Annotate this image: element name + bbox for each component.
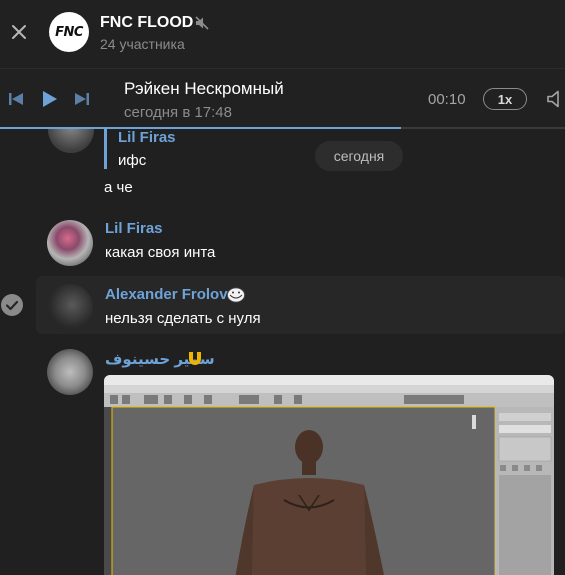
next-icon[interactable]: [74, 92, 90, 106]
chat-avatar[interactable]: FNC: [49, 12, 89, 52]
troll-face-emoji: [227, 287, 245, 303]
message-sender[interactable]: Alexander Frolov: [105, 286, 228, 303]
chat-avatar-logo: FNC: [55, 24, 83, 40]
member-count: 24 участника: [100, 36, 185, 52]
avatar[interactable]: [47, 284, 93, 330]
reply-quote-bar: [104, 129, 107, 169]
play-icon[interactable]: [42, 90, 58, 108]
avatar[interactable]: [47, 349, 93, 395]
chat-title[interactable]: FNC FLOOD: [100, 14, 193, 32]
message-text: какая своя инта: [105, 244, 216, 261]
audio-player: Рэйкен Нескромный сегодня в 17:48 00:10 …: [0, 69, 565, 129]
volume-icon[interactable]: [545, 89, 565, 109]
track-duration: 00:10: [428, 91, 466, 108]
message-text: ифс: [118, 152, 147, 169]
chat-header: FNC FNC FLOOD 24 участника: [0, 0, 565, 69]
attached-screenshot: [104, 375, 554, 575]
message-sender[interactable]: Lil Firas: [118, 129, 176, 146]
check-icon[interactable]: [0, 293, 24, 317]
avatar[interactable]: [47, 220, 93, 266]
mute-icon: [195, 16, 209, 30]
date-separator: сегодня: [315, 141, 403, 171]
message-sender[interactable]: Lil Firas: [105, 220, 163, 237]
prev-icon[interactable]: [8, 92, 24, 106]
message-text: нельзя сделать с нуля: [105, 310, 261, 327]
avatar[interactable]: [48, 129, 94, 153]
image-attachment[interactable]: [104, 375, 554, 575]
playback-speed-button[interactable]: 1x: [483, 88, 527, 110]
message-text: а че: [104, 179, 133, 196]
magnet-emoji: [189, 352, 201, 365]
track-title[interactable]: Рэйкен Нескромный: [124, 79, 284, 99]
close-icon[interactable]: [10, 23, 28, 41]
track-time: сегодня в 17:48: [124, 104, 232, 121]
message-list[interactable]: Lil Firas ифс а че сегодня Lil Firas как…: [0, 129, 565, 575]
